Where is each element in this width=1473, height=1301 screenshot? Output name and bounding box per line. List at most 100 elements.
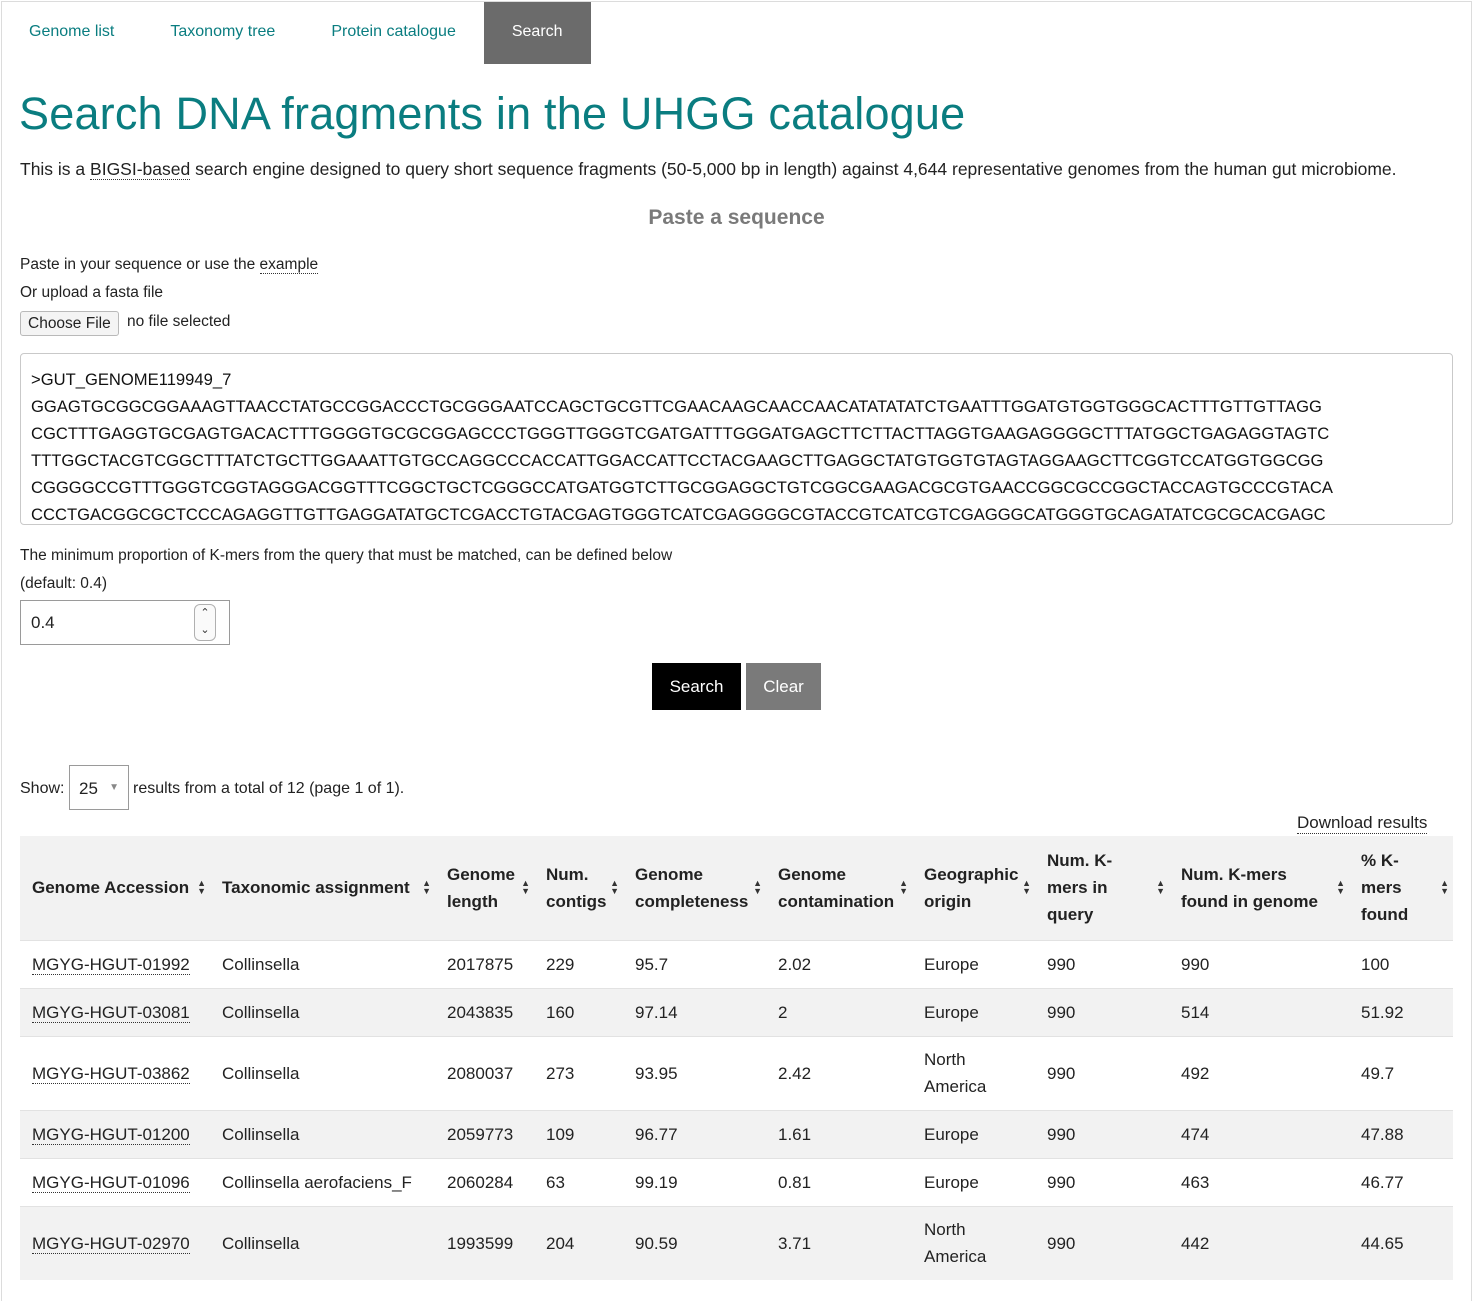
bigsi-abbr: BIGSI-based: [90, 159, 191, 180]
genome-accession-link[interactable]: MGYG-HGUT-01096: [32, 1172, 190, 1193]
col-kmers-in-query[interactable]: Num. K-mers in query ▲ ▼: [1035, 836, 1169, 940]
table-cell: Europe: [924, 1172, 979, 1192]
column-label: Genome length: [447, 864, 516, 911]
col-percent-kmers-found[interactable]: % K-mers found ▲ ▼: [1349, 836, 1453, 940]
genome-accession-link[interactable]: MGYG-HGUT-01992: [32, 954, 190, 975]
dropdown-caret-icon: ▼: [109, 782, 119, 793]
col-taxonomic-assignment[interactable]: Taxonomic assignment ▲ ▼: [210, 836, 435, 940]
table-cell: 474: [1181, 1124, 1210, 1144]
table-cell: Collinsella: [222, 1233, 300, 1253]
tab-taxonomy-tree[interactable]: Taxonomy tree: [142, 2, 303, 64]
number-stepper[interactable]: ⌃ ⌄: [194, 604, 216, 641]
file-status: no file selected: [127, 313, 231, 330]
sort-icon[interactable]: ▲ ▼: [521, 878, 530, 895]
sort-icon[interactable]: ▲ ▼: [1440, 878, 1449, 895]
table-cell: Collinsella: [222, 1002, 300, 1022]
kmer-default: (default: 0.4): [20, 575, 108, 592]
col-num-contigs[interactable]: Num. contigs ▲ ▼: [534, 836, 623, 940]
sort-icon[interactable]: ▲ ▼: [1022, 878, 1031, 895]
table-cell: Collinsella: [222, 954, 300, 974]
table-cell: 46.77: [1361, 1172, 1404, 1192]
sort-icon[interactable]: ▲ ▼: [422, 878, 431, 895]
kmer-threshold-input[interactable]: 0.4 ⌃ ⌄: [20, 600, 230, 645]
table-row: MGYG-HGUT-02970 Collinsella 1993599 204 …: [20, 1206, 1453, 1280]
column-label: Num. K-mers found in genome: [1181, 864, 1318, 911]
show-label: Show:: [20, 780, 65, 797]
table-cell: 492: [1181, 1063, 1210, 1083]
tab-protein-catalogue[interactable]: Protein catalogue: [303, 2, 484, 64]
table-row: MGYG-HGUT-01096 Collinsella aerofaciens_…: [20, 1158, 1453, 1206]
table-cell: 514: [1181, 1002, 1210, 1022]
table-cell: 96.77: [635, 1124, 678, 1144]
table-cell: 273: [546, 1063, 575, 1083]
upload-hint: Or upload a fasta file: [20, 284, 164, 301]
table-cell: 0.81: [778, 1172, 812, 1192]
table-cell: 2043835: [447, 1002, 514, 1022]
clear-button[interactable]: Clear: [746, 663, 821, 710]
chevron-down-icon[interactable]: ⌄: [195, 622, 215, 639]
genome-accession-link[interactable]: MGYG-HGUT-03081: [32, 1002, 190, 1023]
column-label: Genome Accession: [32, 878, 190, 898]
example-link[interactable]: example: [259, 256, 319, 274]
table-cell: 990: [1047, 1002, 1076, 1022]
table-cell: 93.95: [635, 1063, 678, 1083]
table-cell: 51.92: [1361, 1002, 1404, 1022]
table-cell: North America: [924, 1220, 987, 1267]
top-nav: Genome list Taxonomy tree Protein catalo…: [1, 2, 591, 64]
intro-pre: This is a: [20, 159, 91, 179]
kmer-threshold-value: 0.4: [31, 613, 55, 632]
col-genome-length[interactable]: Genome length ▲ ▼: [435, 836, 534, 940]
table-cell: 990: [1047, 1124, 1076, 1144]
table-cell: 990: [1047, 1063, 1076, 1083]
column-label: Genome contamination: [778, 864, 895, 911]
table-cell: 2060284: [447, 1172, 514, 1192]
table-cell: 95.7: [635, 954, 669, 974]
sort-icon[interactable]: ▲ ▼: [1156, 878, 1165, 895]
results-table: Genome Accession ▲ ▼ Taxonomic assignment ▲…: [20, 836, 1453, 1280]
intro-post: search engine designed to query short se…: [190, 159, 1397, 179]
table-cell: 99.19: [635, 1172, 678, 1192]
choose-file-button[interactable]: Choose File: [20, 311, 119, 336]
sort-icon[interactable]: ▲ ▼: [610, 878, 619, 895]
table-cell: 442: [1181, 1233, 1210, 1253]
chevron-up-icon[interactable]: ⌃: [195, 605, 215, 622]
column-label: Genome completeness: [635, 864, 749, 911]
paste-hint: Paste in your sequence or use the exampl…: [20, 256, 319, 274]
genome-accession-link[interactable]: MGYG-HGUT-01200: [32, 1124, 190, 1145]
sort-icon[interactable]: ▲ ▼: [1336, 878, 1345, 895]
download-results-link[interactable]: Download results: [1297, 813, 1428, 834]
genome-accession-link[interactable]: MGYG-HGUT-03862: [32, 1063, 190, 1084]
col-kmers-found[interactable]: Num. K-mers found in genome ▲ ▼: [1169, 836, 1349, 940]
intro-text: This is a BIGSI-based search engine desi…: [20, 159, 1397, 180]
search-button[interactable]: Search: [652, 663, 741, 710]
page-size-value: 25: [79, 779, 98, 798]
table-cell: Europe: [924, 1002, 979, 1022]
tab-search[interactable]: Search: [483, 2, 591, 64]
page-size-select[interactable]: 25 ▼: [69, 765, 129, 810]
table-cell: Collinsella aerofaciens_F: [222, 1172, 412, 1192]
sort-icon[interactable]: ▲ ▼: [197, 878, 206, 895]
sort-icon[interactable]: ▲ ▼: [753, 878, 762, 895]
sequence-textarea[interactable]: >GUT_GENOME119949_7 GGAGTGCGGCGGAAAGTTAA…: [20, 353, 1453, 525]
column-label: Geographic origin: [924, 864, 1019, 911]
table-cell: 44.65: [1361, 1233, 1404, 1253]
table-cell: 204: [546, 1233, 575, 1253]
genome-accession-link[interactable]: MGYG-HGUT-02970: [32, 1233, 190, 1254]
table-cell: 49.7: [1361, 1063, 1395, 1083]
tab-genome-list[interactable]: Genome list: [1, 2, 142, 64]
col-genome-contamination[interactable]: Genome contamination ▲ ▼: [766, 836, 912, 940]
page-title: Search DNA fragments in the UHGG catalog…: [19, 88, 966, 139]
table-row: MGYG-HGUT-03862 Collinsella 2080037 273 …: [20, 1036, 1453, 1110]
table-cell: 2.42: [778, 1063, 812, 1083]
col-genome-completeness[interactable]: Genome completeness ▲ ▼: [623, 836, 766, 940]
table-cell: 990: [1047, 1172, 1076, 1192]
table-cell: 2: [778, 1002, 788, 1022]
table-cell: 2080037: [447, 1063, 514, 1083]
column-label: % K-mers found: [1361, 851, 1409, 925]
table-cell: 990: [1047, 1233, 1076, 1253]
col-geographic-origin[interactable]: Geographic origin ▲ ▼: [912, 836, 1035, 940]
col-genome-accession[interactable]: Genome Accession ▲ ▼: [20, 836, 210, 940]
sort-icon[interactable]: ▲ ▼: [899, 878, 908, 895]
table-cell: North America: [924, 1050, 987, 1096]
table-cell: 160: [546, 1002, 575, 1022]
